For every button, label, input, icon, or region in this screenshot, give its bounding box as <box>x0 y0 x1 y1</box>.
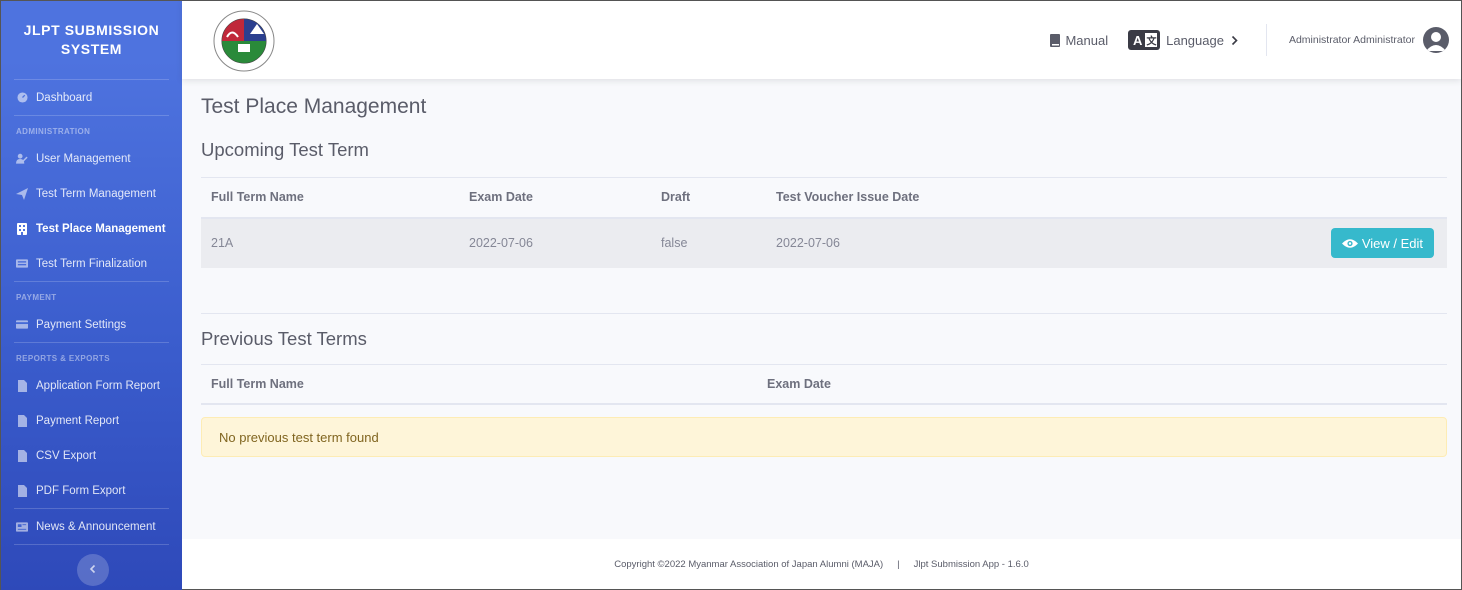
upcoming-section-title: Upcoming Test Term <box>201 139 369 160</box>
column-header: Draft <box>651 177 766 219</box>
topbar-divider <box>1265 24 1267 56</box>
column-header: Exam Date <box>757 363 1447 405</box>
main-content: Test Place Management Upcoming Test Term… <box>201 79 1447 457</box>
dashboard-icon <box>16 92 28 104</box>
sidebar-item-application-form-report[interactable]: Application Form Report <box>1 368 182 403</box>
sidebar-item-news-announcement[interactable]: News & Announcement <box>1 509 182 544</box>
upcoming-table: Full Term Name Exam Date Draft Test Vouc… <box>201 177 1447 268</box>
cell-draft: false <box>661 236 688 250</box>
version-text: Jlpt Submission App - 1.6.0 <box>913 558 1029 570</box>
sidebar-item-label: Dashboard <box>36 91 93 104</box>
section-divider <box>201 312 1447 314</box>
translate-icon: A文 <box>1128 30 1161 50</box>
user-edit-icon <box>16 153 28 165</box>
footer-separator: | <box>897 558 900 570</box>
sidebar-item-label: Payment Settings <box>36 318 127 331</box>
cell-full-term-name: 21A <box>211 236 234 250</box>
column-header: Test Voucher Issue Date <box>766 177 1151 219</box>
sidebar-toggle-button[interactable] <box>77 554 109 586</box>
previous-section-title: Previous Test Terms <box>201 327 367 349</box>
manual-label: Manual <box>1065 32 1109 48</box>
topbar-actions: Manual A文 Language Administrator Adminis… <box>1050 1 1461 79</box>
page-title: Test Place Management <box>201 95 427 118</box>
file-icon <box>16 449 28 462</box>
sidebar-item-label: User Management <box>36 152 131 165</box>
view-edit-button[interactable]: View / Edit <box>1330 228 1434 258</box>
copyright-text: Copyright ©2022 Myanmar Association of J… <box>614 558 884 570</box>
cell-actions: View / Edit <box>1150 218 1447 268</box>
manual-link[interactable]: Manual <box>1050 33 1108 48</box>
sidebar-item-test-term-management[interactable]: Test Term Management <box>1 176 182 211</box>
sidebar-item-label: CSV Export <box>36 449 97 462</box>
table-row: 21A 2022-07-06 false 2022-07-06 View / E… <box>201 217 1447 268</box>
user-name[interactable]: Administrator Administrator <box>1289 34 1415 46</box>
sidebar-item-label: News & Announcement <box>36 520 156 533</box>
divider <box>14 544 169 545</box>
sidebar-item-label: Test Term Finalization <box>36 257 147 270</box>
file-icon <box>16 414 28 427</box>
chevron-right-icon <box>1231 35 1238 46</box>
user-avatar-icon[interactable] <box>1423 27 1449 53</box>
credit-card-icon <box>16 319 28 331</box>
sidebar-item-csv-export[interactable]: CSV Export <box>1 438 182 473</box>
topbar: Manual A文 Language Administrator Adminis… <box>182 1 1461 79</box>
sidebar-item-label: Application Form Report <box>36 379 160 392</box>
file-icon <box>16 484 28 497</box>
sidebar: JLPT SUBMISSION SYSTEM Dashboard ADMINIS… <box>1 1 182 590</box>
column-header-actions <box>1150 177 1447 219</box>
cell-exam-date: 2022-07-06 <box>469 236 533 250</box>
svg-text:A: A <box>1133 33 1143 48</box>
svg-text:文: 文 <box>1147 35 1158 48</box>
section-heading-administration: ADMINISTRATION <box>16 127 91 136</box>
book-icon <box>1050 33 1061 47</box>
eye-icon <box>1341 238 1358 249</box>
sidebar-item-pdf-form-export[interactable]: PDF Form Export <box>1 473 182 508</box>
sidebar-item-test-term-finalization[interactable]: Test Term Finalization <box>1 246 182 281</box>
section-heading-reports: REPORTS & EXPORTS <box>16 354 110 363</box>
table-header-row: Full Term Name Exam Date <box>201 363 1447 405</box>
column-header: Full Term Name <box>201 363 757 405</box>
maja-logo[interactable] <box>212 10 276 72</box>
column-header: Exam Date <box>459 177 651 219</box>
chevron-left-icon <box>88 561 98 579</box>
sidebar-item-test-place-management[interactable]: Test Place Management <box>1 211 182 246</box>
file-icon <box>16 379 28 392</box>
newspaper-icon <box>16 521 28 533</box>
brand-title[interactable]: JLPT SUBMISSION SYSTEM <box>1 1 182 79</box>
view-label: View / Edit <box>1361 235 1423 251</box>
sidebar-item-user-management[interactable]: User Management <box>1 141 182 176</box>
paper-plane-icon <box>16 187 28 200</box>
sidebar-item-payment-settings[interactable]: Payment Settings <box>1 307 182 342</box>
sidebar-item-label: Test Place Management <box>36 222 166 235</box>
table-header-row: Full Term Name Exam Date Draft Test Vouc… <box>201 177 1447 219</box>
sidebar-item-label: Payment Report <box>36 414 120 427</box>
sidebar-item-payment-report[interactable]: Payment Report <box>1 403 182 438</box>
language-dropdown[interactable]: A文 Language <box>1128 30 1238 50</box>
sidebar-item-label: PDF Form Export <box>36 484 126 497</box>
building-icon <box>16 222 28 235</box>
language-label: Language <box>1166 32 1224 48</box>
sidebar-item-dashboard[interactable]: Dashboard <box>1 80 182 115</box>
keyboard-icon <box>16 258 28 270</box>
sidebar-item-label: Test Term Management <box>36 187 156 200</box>
empty-state-alert: No previous test term found <box>201 417 1447 457</box>
column-header: Full Term Name <box>201 177 459 219</box>
previous-table: Full Term Name Exam Date <box>201 363 1447 405</box>
footer: Copyright ©2022 Myanmar Association of J… <box>182 539 1461 589</box>
section-heading-payment: PAYMENT <box>16 293 57 302</box>
cell-voucher-date: 2022-07-06 <box>776 236 840 250</box>
